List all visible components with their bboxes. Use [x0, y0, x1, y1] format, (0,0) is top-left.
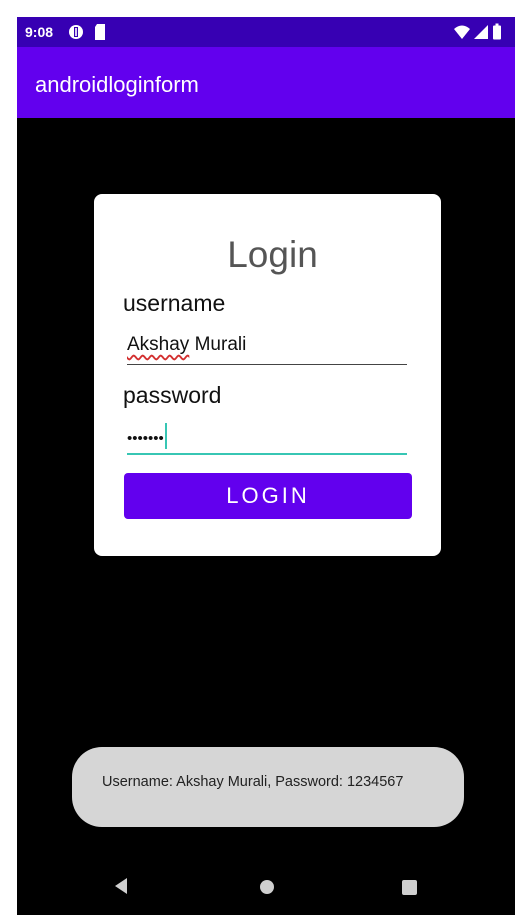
wifi-icon [453, 23, 471, 46]
phone-screen: 9:08 androidloginform Login username Aks… [17, 17, 515, 915]
navigation-bar [17, 857, 515, 915]
login-title: Login [227, 234, 318, 275]
battery-icon [492, 23, 502, 46]
password-label: password [123, 382, 222, 408]
login-button[interactable]: LOGIN [124, 473, 412, 519]
sd-card-icon [93, 23, 107, 46]
text-cursor [164, 423, 167, 449]
toast-message: Username: Akshay Murali, Password: 12345… [72, 747, 464, 827]
signal-icon [473, 23, 489, 46]
recents-icon[interactable] [402, 880, 417, 895]
username-value-first: Akshay [127, 334, 190, 355]
app-bar: androidloginform [17, 47, 515, 118]
username-label: username [123, 290, 226, 316]
data-saver-icon [67, 23, 85, 46]
username-field[interactable]: Akshay Murali [127, 334, 407, 365]
username-value-last: Murali [189, 334, 247, 355]
status-time: 9:08 [25, 24, 54, 40]
app-title: androidloginform [35, 72, 199, 97]
password-field[interactable]: ••••••• [127, 423, 407, 455]
password-value: ••••••• [127, 430, 164, 447]
login-card: Login username Akshay Murali password ••… [94, 194, 441, 556]
toast-text: Username: Akshay Murali, Password: 12345… [102, 774, 404, 790]
back-icon[interactable] [113, 877, 129, 900]
status-bar: 9:08 [17, 17, 515, 47]
home-icon[interactable] [260, 880, 274, 894]
